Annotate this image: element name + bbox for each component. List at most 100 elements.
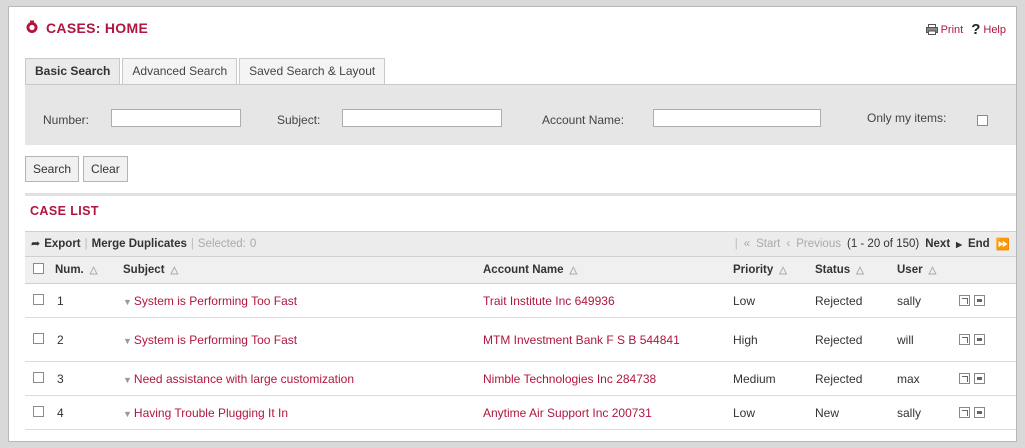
page-title: CASES: HOME: [46, 20, 149, 36]
column-header-priority[interactable]: Priority △: [733, 257, 815, 284]
account-name-link[interactable]: Anytime Air Support Inc 200731: [483, 406, 652, 420]
case-status: New: [815, 395, 897, 430]
printer-icon: [925, 24, 938, 35]
case-user: will: [897, 317, 959, 362]
column-header-subject[interactable]: Subject △: [123, 257, 483, 284]
edit-icon[interactable]: [959, 334, 970, 345]
case-list-table: Num. △ Subject △ Account Name △ Priority △ S…: [25, 257, 1016, 430]
only-my-items-checkbox[interactable]: [977, 115, 988, 126]
table-row: 3 ▼ Need assistance with large customizat…: [25, 361, 1016, 396]
case-num: 1: [55, 283, 123, 318]
table-row: 4 ▼ Having Trouble Plugging It In Anytime…: [25, 395, 1016, 430]
case-num: 2: [55, 317, 123, 362]
previous-link[interactable]: Previous: [796, 238, 841, 250]
sort-icon: △: [89, 265, 98, 276]
expand-icon[interactable]: ▼: [123, 336, 132, 346]
cases-home-panel: CASES: HOME Print ? Help Basic Search Ad…: [8, 6, 1017, 442]
row-checkbox[interactable]: [33, 405, 44, 417]
edit-icon[interactable]: [959, 295, 970, 306]
table-row: 1 ▼ System is Performing Too Fast Trait I…: [25, 283, 1016, 318]
row-checkbox[interactable]: [33, 371, 44, 383]
subject-input[interactable]: [342, 109, 502, 127]
case-user: max: [897, 361, 959, 396]
table-header-row: Num. △ Subject △ Account Name △ Priority △ S…: [25, 257, 1016, 284]
row-checkbox[interactable]: [33, 293, 44, 305]
page-range: (1 - 20 of 150): [846, 238, 920, 250]
edit-icon[interactable]: [959, 373, 970, 384]
case-status: Rejected: [815, 317, 897, 362]
account-name-link[interactable]: MTM Investment Bank F S B 544841: [483, 333, 680, 347]
select-all-checkbox[interactable]: [33, 263, 44, 274]
case-list-title: CASE LIST: [30, 204, 99, 218]
delete-icon[interactable]: [974, 407, 985, 418]
case-num: 4: [55, 395, 123, 430]
help-label: Help: [983, 23, 1006, 36]
case-user: sally: [897, 395, 959, 430]
column-header-num[interactable]: Num. △: [55, 257, 123, 284]
case-priority: High: [733, 317, 815, 362]
help-icon: ?: [971, 21, 981, 38]
expand-icon[interactable]: ▼: [123, 409, 132, 419]
start-link[interactable]: Start: [756, 238, 780, 250]
cases-module-icon: [26, 20, 38, 33]
tab-basic-search[interactable]: Basic Search: [25, 58, 121, 85]
export-arrow-icon: ➦: [31, 238, 41, 250]
only-my-items-label: Only my items:: [867, 111, 947, 125]
next-icon: ▸: [956, 239, 962, 251]
case-subject-link[interactable]: Need assistance with large customization: [134, 372, 354, 386]
column-header-status[interactable]: Status △: [815, 257, 897, 284]
case-priority: Low: [733, 283, 815, 318]
table-row: 2 ▼ System is Performing Too Fast MTM Inv…: [25, 317, 1016, 362]
start-icon: «: [743, 238, 751, 250]
sort-icon: △: [779, 265, 787, 276]
case-subject-link[interactable]: System is Performing Too Fast: [134, 333, 297, 347]
case-list-toolbar: ➦ Export | Merge Duplicates | Selected: …: [25, 231, 1016, 257]
edit-icon[interactable]: [959, 407, 970, 418]
sort-icon: △: [928, 265, 937, 276]
delete-icon[interactable]: [974, 295, 985, 306]
number-input[interactable]: [111, 109, 241, 127]
case-num: 3: [55, 361, 123, 396]
print-label: Print: [940, 23, 964, 36]
case-subject-link[interactable]: System is Performing Too Fast: [134, 294, 297, 308]
account-name-link[interactable]: Trait Institute Inc 649936: [483, 294, 615, 308]
top-links: Print ? Help: [925, 21, 1006, 38]
expand-icon[interactable]: ▼: [123, 375, 132, 385]
toolbar-divider: |: [84, 237, 88, 250]
search-button[interactable]: Search: [25, 156, 80, 182]
column-header-account-name[interactable]: Account Name △: [483, 257, 733, 284]
sort-icon: △: [856, 265, 864, 276]
case-user: sally: [897, 283, 959, 318]
toolbar-divider: |: [734, 238, 738, 250]
case-status: Rejected: [815, 361, 897, 396]
export-link[interactable]: Export: [44, 238, 80, 250]
toolbar-divider: |: [190, 237, 194, 250]
merge-duplicates-link[interactable]: Merge Duplicates: [92, 238, 187, 250]
end-link[interactable]: End: [968, 238, 990, 250]
delete-icon[interactable]: [974, 334, 985, 345]
number-label: Number:: [43, 113, 90, 127]
print-link[interactable]: Print: [925, 23, 964, 36]
delete-icon[interactable]: [974, 373, 985, 384]
case-subject-link[interactable]: Having Trouble Plugging It In: [134, 406, 288, 420]
selected-label: Selected:: [197, 237, 246, 250]
section-divider: [25, 193, 1016, 196]
column-header-user[interactable]: User △: [897, 257, 959, 284]
expand-icon[interactable]: ▼: [123, 297, 132, 307]
next-link[interactable]: Next: [925, 238, 950, 250]
case-priority: Medium: [733, 361, 815, 396]
search-tabs: Basic Search Advanced Search Saved Searc…: [25, 58, 387, 85]
tab-saved-search-layout[interactable]: Saved Search & Layout: [239, 58, 386, 84]
search-buttons: Search Clear: [25, 156, 128, 182]
subject-label: Subject:: [277, 113, 321, 127]
account-name-input[interactable]: [653, 109, 821, 127]
help-link[interactable]: ? Help: [971, 21, 1006, 38]
case-priority: Low: [733, 395, 815, 430]
account-name-link[interactable]: Nimble Technologies Inc 284738: [483, 372, 656, 386]
title-row: CASES: HOME Print ? Help: [9, 7, 1016, 49]
clear-button[interactable]: Clear: [83, 156, 128, 182]
row-checkbox[interactable]: [33, 332, 44, 344]
end-icon: ⏩: [995, 239, 1010, 251]
account-name-label: Account Name:: [542, 113, 625, 127]
tab-advanced-search[interactable]: Advanced Search: [122, 58, 238, 84]
